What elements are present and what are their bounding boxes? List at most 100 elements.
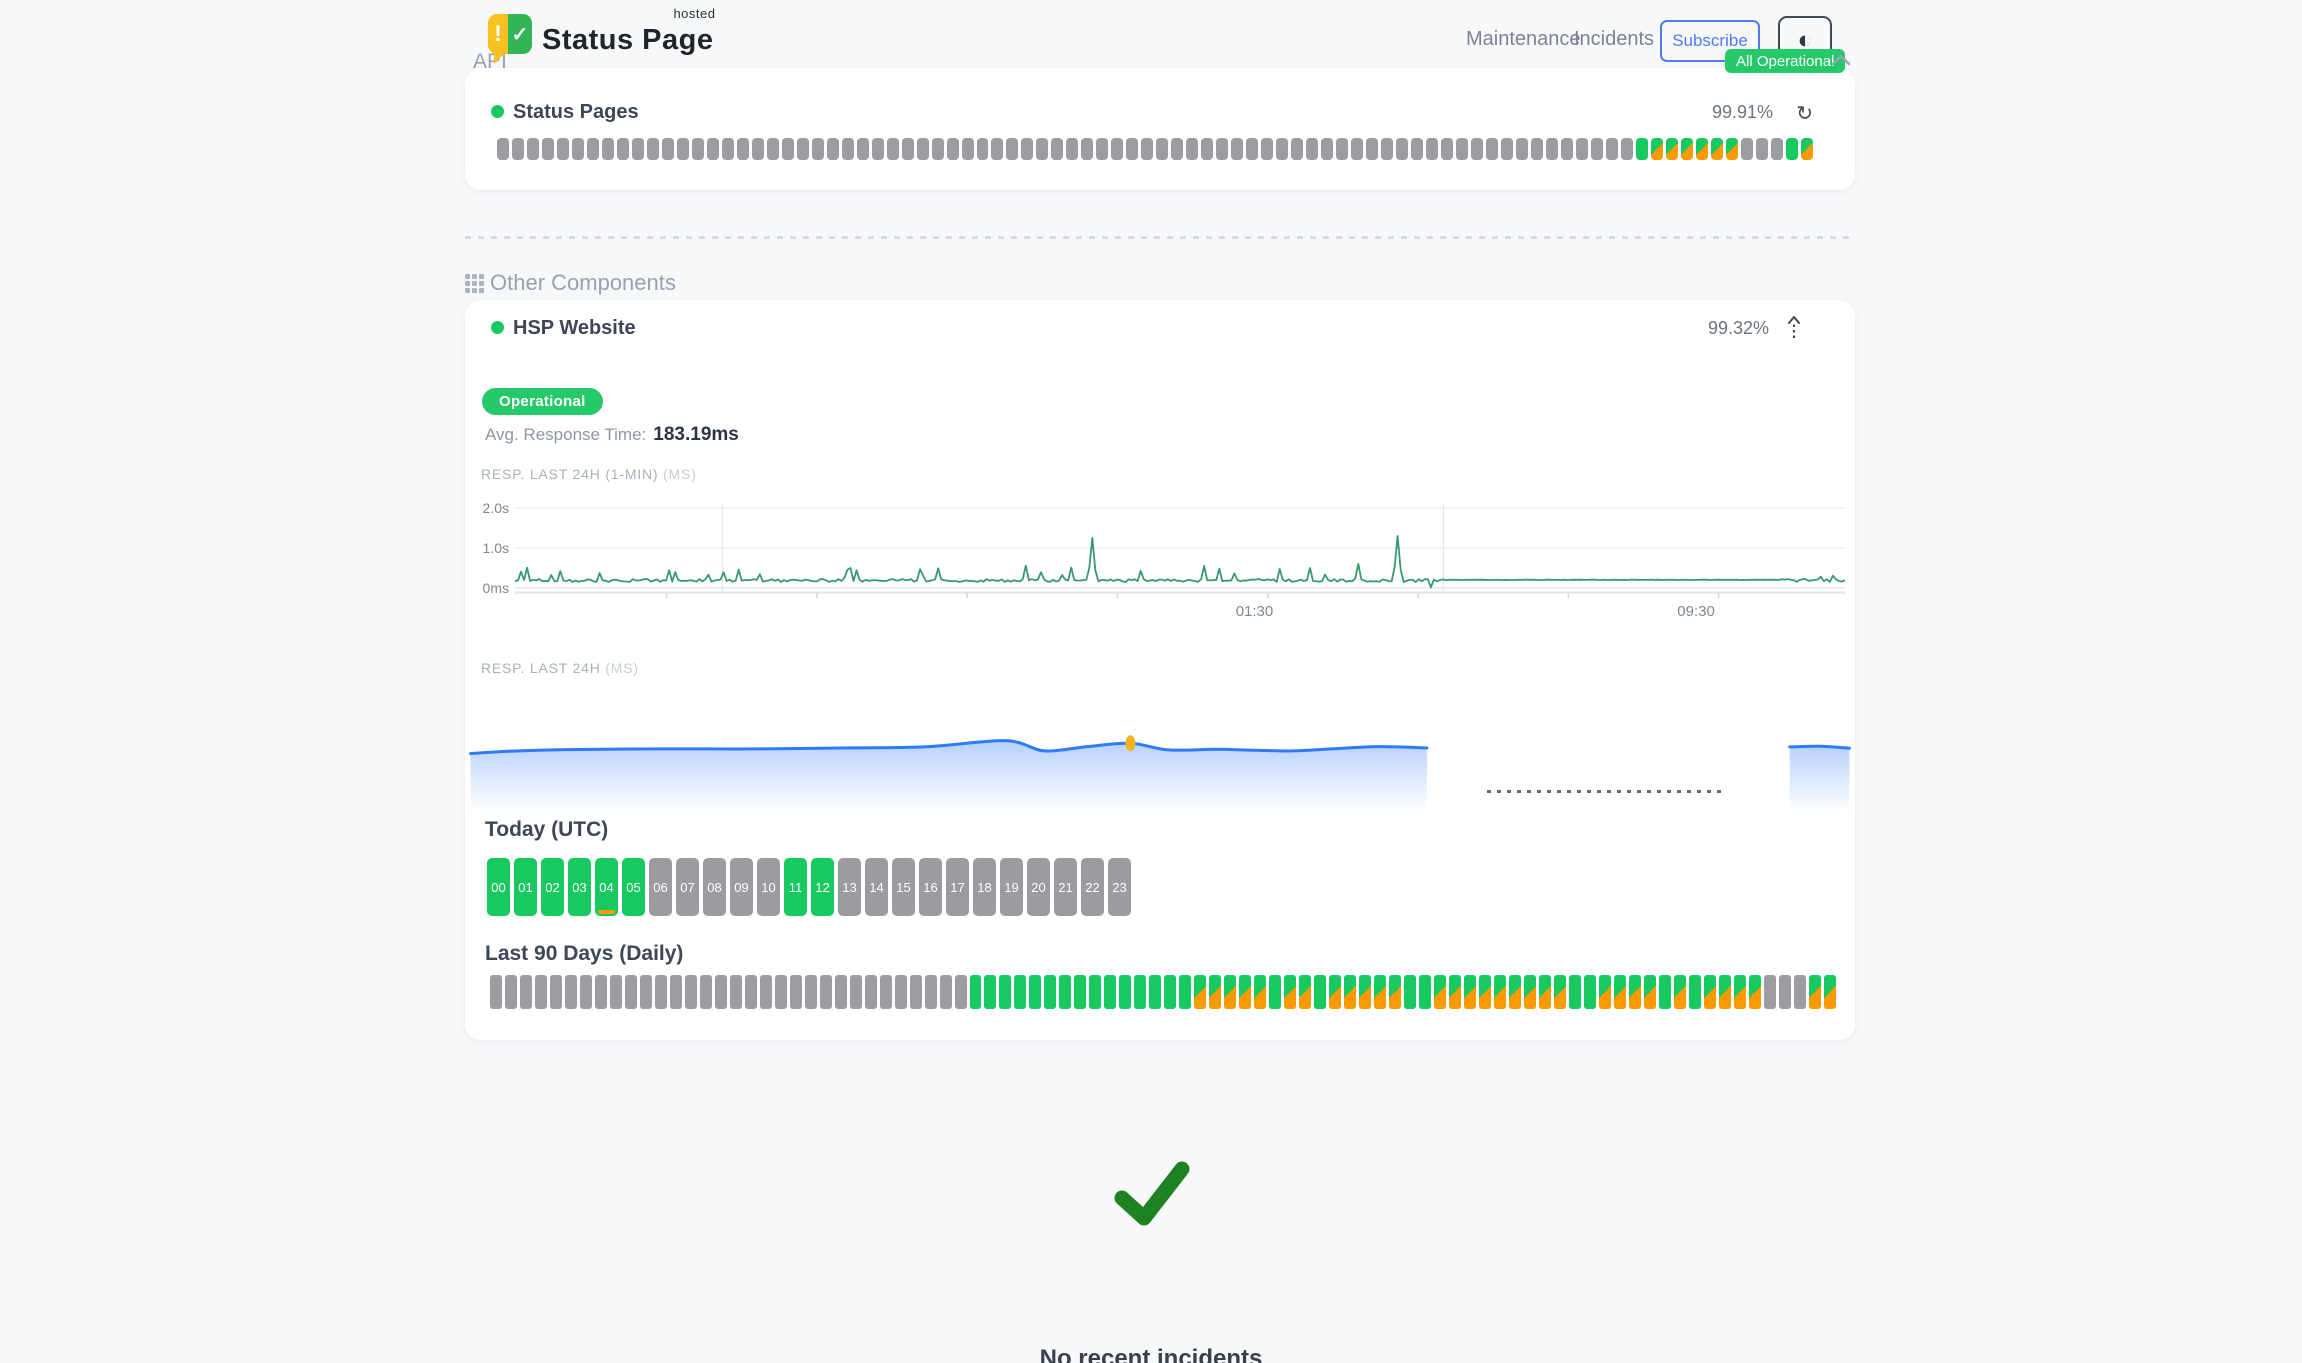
- hour-block-13[interactable]: 13: [838, 858, 861, 916]
- uptime-bar-no-data[interactable]: [1779, 975, 1791, 1009]
- uptime-bar-no-data[interactable]: [887, 138, 899, 160]
- uptime-bar-up[interactable]: [1569, 975, 1581, 1009]
- uptime-bar-partial-outage[interactable]: [1359, 975, 1371, 1009]
- uptime-bar-partial-outage[interactable]: [1696, 138, 1708, 160]
- uptime-bar-no-data[interactable]: [625, 975, 637, 1009]
- uptime-bar-partial-outage[interactable]: [1666, 138, 1678, 160]
- hour-block-00[interactable]: 00: [487, 858, 510, 916]
- uptime-bar-up[interactable]: [1419, 975, 1431, 1009]
- uptime-bar-up[interactable]: [1029, 975, 1041, 1009]
- uptime-bar-up[interactable]: [1134, 975, 1146, 1009]
- uptime-bar-partial-outage[interactable]: [1824, 975, 1836, 1009]
- uptime-bar-partial-outage[interactable]: [1389, 975, 1401, 1009]
- uptime-bar-no-data[interactable]: [1591, 138, 1603, 160]
- uptime-bar-no-data[interactable]: [962, 138, 974, 160]
- uptime-bar-no-data[interactable]: [1171, 138, 1183, 160]
- uptime-bar-up[interactable]: [1164, 975, 1176, 1009]
- hour-block-11[interactable]: 11: [784, 858, 807, 916]
- hour-block-22[interactable]: 22: [1081, 858, 1104, 916]
- uptime-bar-up[interactable]: [1149, 975, 1161, 1009]
- uptime-bar-no-data[interactable]: [910, 975, 922, 1009]
- uptime-bar-no-data[interactable]: [1771, 138, 1783, 160]
- uptime-bar-no-data[interactable]: [1261, 138, 1273, 160]
- uptime-bar-no-data[interactable]: [1561, 138, 1573, 160]
- uptime-bar-up[interactable]: [1584, 975, 1596, 1009]
- uptime-bar-no-data[interactable]: [1756, 138, 1768, 160]
- uptime-bar-up[interactable]: [1059, 975, 1071, 1009]
- uptime-bar-up[interactable]: [1659, 975, 1671, 1009]
- uptime-bar-partial-outage[interactable]: [1374, 975, 1386, 1009]
- uptime-bar-no-data[interactable]: [790, 975, 802, 1009]
- hour-block-18[interactable]: 18: [973, 858, 996, 916]
- uptime-bar-no-data[interactable]: [917, 138, 929, 160]
- nav-incidents[interactable]: Incidents: [1574, 28, 1654, 51]
- uptime-bar-no-data[interactable]: [602, 138, 614, 160]
- uptime-bar-no-data[interactable]: [850, 975, 862, 1009]
- uptime-bar-no-data[interactable]: [812, 138, 824, 160]
- uptime-bar-no-data[interactable]: [1021, 138, 1033, 160]
- uptime-bar-no-data[interactable]: [1741, 138, 1753, 160]
- uptime-bar-no-data[interactable]: [1201, 138, 1213, 160]
- uptime-bar-no-data[interactable]: [1441, 138, 1453, 160]
- uptime-bar-no-data[interactable]: [580, 975, 592, 1009]
- uptime-bar-up[interactable]: [1014, 975, 1026, 1009]
- uptime-bar-no-data[interactable]: [767, 138, 779, 160]
- uptime-bar-no-data[interactable]: [880, 975, 892, 1009]
- uptime-bar-partial-outage[interactable]: [1809, 975, 1821, 1009]
- uptime-bar-partial-outage[interactable]: [1614, 975, 1626, 1009]
- uptime-bar-partial-outage[interactable]: [1299, 975, 1311, 1009]
- uptime-bar-partial-outage[interactable]: [1284, 975, 1296, 1009]
- uptime-bar-partial-outage[interactable]: [1681, 138, 1693, 160]
- uptime-bar-no-data[interactable]: [1066, 138, 1078, 160]
- uptime-bar-partial-outage[interactable]: [1344, 975, 1356, 1009]
- uptime-bar-no-data[interactable]: [730, 975, 742, 1009]
- uptime-bar-no-data[interactable]: [925, 975, 937, 1009]
- uptime-bar-no-data[interactable]: [497, 138, 509, 160]
- uptime-bar-no-data[interactable]: [955, 975, 967, 1009]
- uptime-bar-no-data[interactable]: [1426, 138, 1438, 160]
- uptime-bar-no-data[interactable]: [587, 138, 599, 160]
- hour-block-03[interactable]: 03: [568, 858, 591, 916]
- uptime-bar-no-data[interactable]: [865, 975, 877, 1009]
- uptime-bar-partial-outage[interactable]: [1239, 975, 1251, 1009]
- uptime-bar-no-data[interactable]: [1126, 138, 1138, 160]
- uptime-bar-no-data[interactable]: [902, 138, 914, 160]
- overall-status-badge[interactable]: All Operational: [1725, 49, 1845, 73]
- uptime-bar-partial-outage[interactable]: [1464, 975, 1476, 1009]
- uptime-bar-no-data[interactable]: [572, 138, 584, 160]
- uptime-bar-no-data[interactable]: [692, 138, 704, 160]
- uptime-bar-no-data[interactable]: [527, 138, 539, 160]
- uptime-bar-partial-outage[interactable]: [1644, 975, 1656, 1009]
- uptime-bar-no-data[interactable]: [797, 138, 809, 160]
- uptime-bar-up[interactable]: [1044, 975, 1056, 1009]
- uptime-bar-no-data[interactable]: [1366, 138, 1378, 160]
- uptime-bar-no-data[interactable]: [842, 138, 854, 160]
- uptime-bar-partial-outage[interactable]: [1209, 975, 1221, 1009]
- uptime-bar-no-data[interactable]: [685, 975, 697, 1009]
- uptime-bar-no-data[interactable]: [505, 975, 517, 1009]
- hour-block-04[interactable]: 04: [595, 858, 618, 916]
- uptime-bar-partial-outage[interactable]: [1449, 975, 1461, 1009]
- hour-block-07[interactable]: 07: [676, 858, 699, 916]
- uptime-bar-no-data[interactable]: [745, 975, 757, 1009]
- uptime-bar-no-data[interactable]: [977, 138, 989, 160]
- uptime-bar-no-data[interactable]: [1546, 138, 1558, 160]
- uptime-bar-no-data[interactable]: [550, 975, 562, 1009]
- uptime-bar-no-data[interactable]: [535, 975, 547, 1009]
- hour-block-17[interactable]: 17: [946, 858, 969, 916]
- uptime-bar-no-data[interactable]: [1111, 138, 1123, 160]
- nav-maintenance[interactable]: Maintenance: [1466, 28, 1581, 51]
- uptime-bar-no-data[interactable]: [715, 975, 727, 1009]
- uptime-bar-no-data[interactable]: [640, 975, 652, 1009]
- chevron-up-icon[interactable]: [1830, 53, 1852, 67]
- uptime-bar-no-data[interactable]: [1051, 138, 1063, 160]
- uptime-bar-no-data[interactable]: [775, 975, 787, 1009]
- hour-block-10[interactable]: 10: [757, 858, 780, 916]
- uptime-bar-up[interactable]: [1269, 975, 1281, 1009]
- uptime-bar-no-data[interactable]: [1156, 138, 1168, 160]
- uptime-bar-no-data[interactable]: [1516, 138, 1528, 160]
- uptime-bar-up[interactable]: [999, 975, 1011, 1009]
- uptime-bar-no-data[interactable]: [655, 975, 667, 1009]
- uptime-bar-no-data[interactable]: [700, 975, 712, 1009]
- uptime-bar-no-data[interactable]: [565, 975, 577, 1009]
